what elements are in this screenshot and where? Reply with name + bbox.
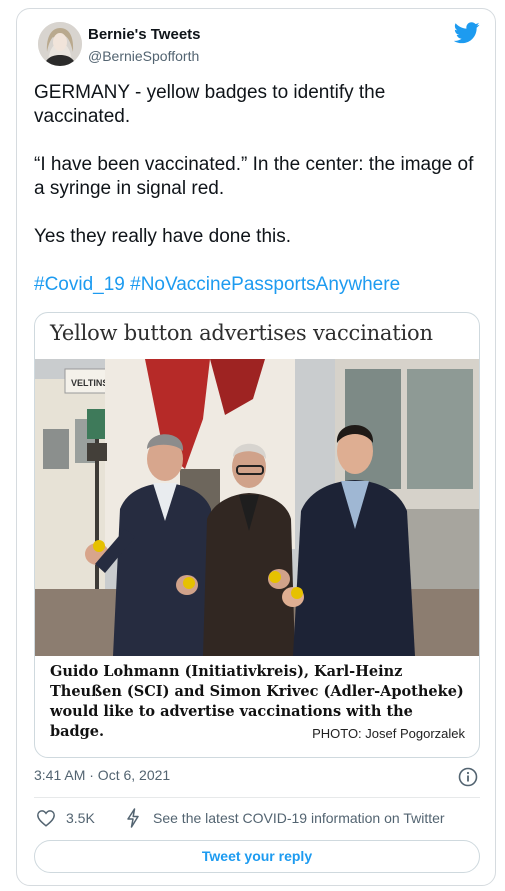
media-card[interactable]: Yellow button advertises vaccination VEL… [34,312,480,758]
author-avatar[interactable] [38,22,82,66]
tweet-reply-button[interactable]: Tweet your reply [34,840,480,873]
tweet-timestamp[interactable]: 3:41 AM · Oct 6, 2021 [34,767,170,783]
photo-credit: PHOTO: Josef Pogorzalek [312,726,465,741]
hashtag-link[interactable]: #NoVaccinePassportsAnywhere [130,274,400,295]
twitter-bird-icon[interactable] [454,22,480,44]
news-photo[interactable]: VELTINS [35,359,480,656]
info-icon[interactable] [458,767,478,787]
heart-icon[interactable] [36,809,56,827]
tweet-paragraph: Yes they really have done this. [34,226,292,247]
veltins-sign-text: VELTINS [71,378,108,388]
tweet-text: GERMANY - yellow badges to identify the … [34,81,482,297]
tweet-paragraph: “I have been vaccinated.” In the center:… [34,154,474,199]
tweet-card: Bernie's Tweets @BernieSpofforth GERMANY… [16,8,496,886]
tweet-paragraph: GERMANY - yellow badges to identify the … [34,82,386,127]
tweet-hashtags: #Covid_19 #NoVaccinePassportsAnywhere [34,273,482,297]
hashtag-link[interactable]: #Covid_19 [34,274,125,295]
author-name[interactable]: Bernie's Tweets [88,26,201,43]
like-count: 3.5K [66,810,95,826]
covid-bolt-icon [127,808,139,828]
covid-info-link[interactable]: See the latest COVID-19 information on T… [153,810,445,826]
author-handle[interactable]: @BernieSpofforth [88,48,199,64]
divider [34,797,480,798]
media-headline: Yellow button advertises vaccination [50,321,433,345]
